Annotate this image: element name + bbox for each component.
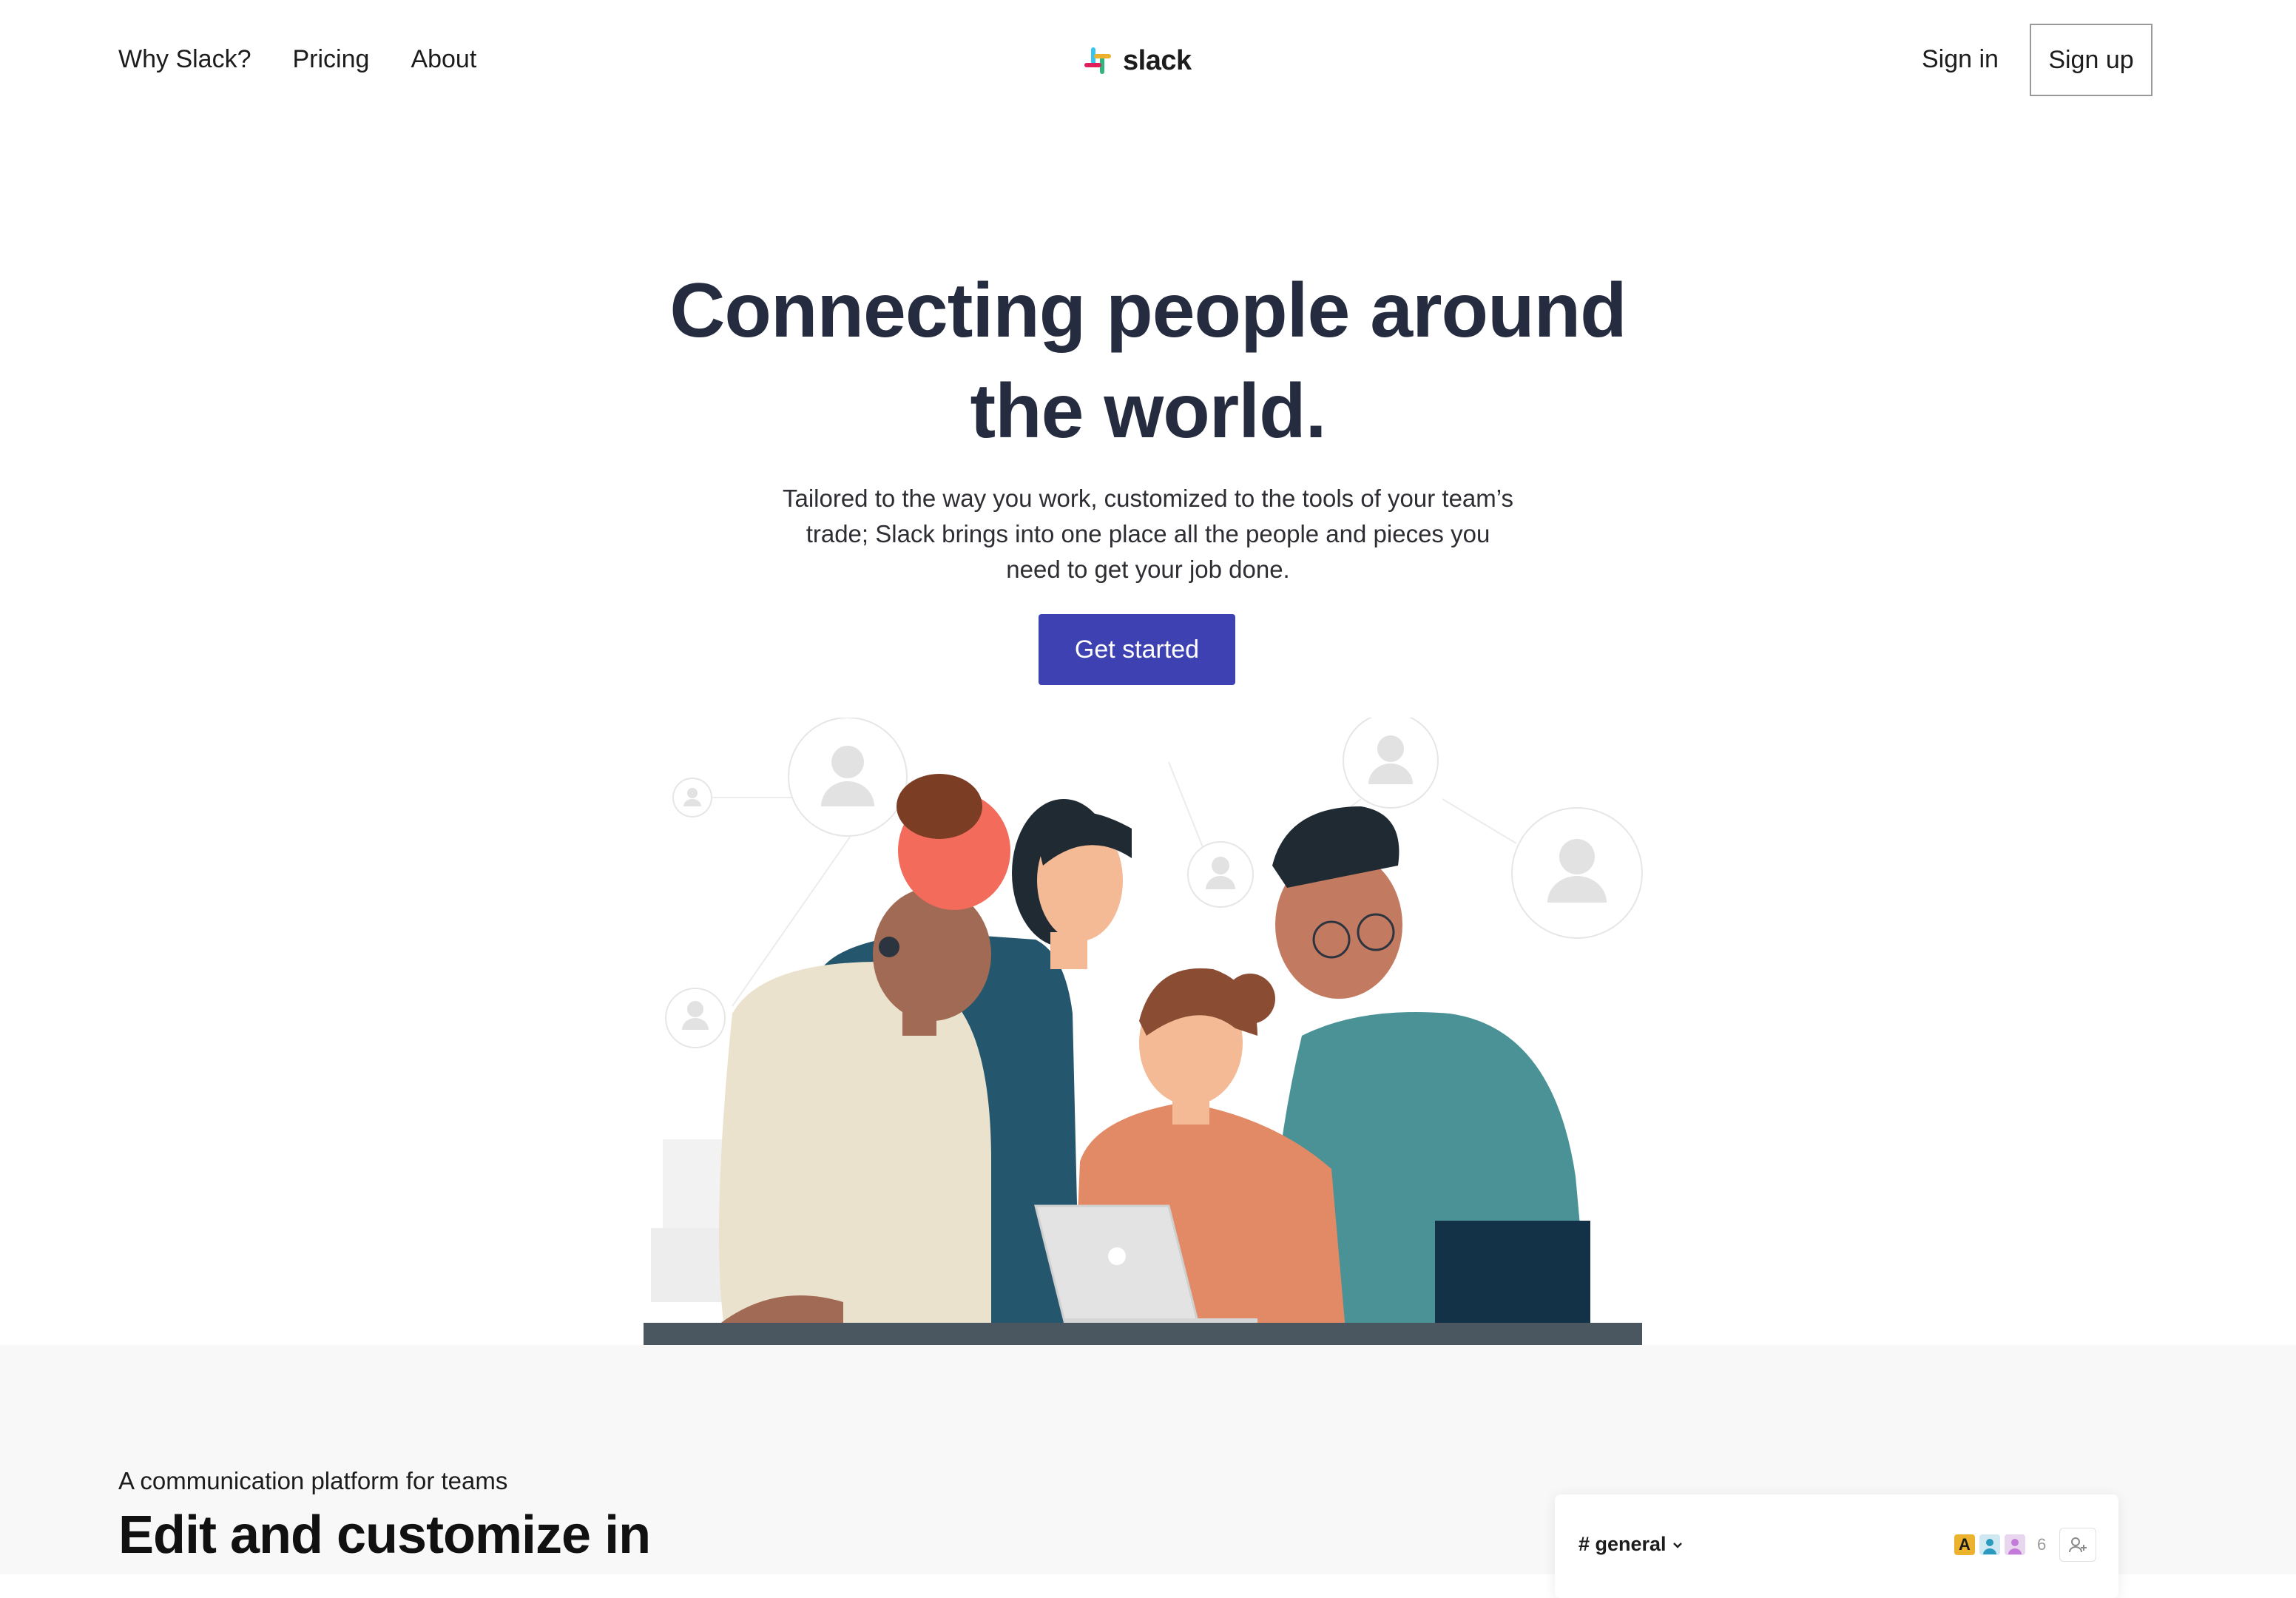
section-eyebrow: A communication platform for teams xyxy=(118,1467,508,1494)
channel-name: # general xyxy=(1578,1533,1667,1555)
person-with-headwrap xyxy=(703,774,1010,1339)
user-avatar-icon xyxy=(788,718,908,837)
section-title: Edit and customize in xyxy=(118,1506,651,1565)
user-avatar-icon xyxy=(1187,841,1254,908)
nav-pricing[interactable]: Pricing xyxy=(293,43,370,75)
user-avatar-icon xyxy=(665,988,726,1048)
user-avatar-icon xyxy=(1511,807,1643,939)
channel-preview-card: # general A 6 xyxy=(1555,1494,2118,1598)
user-avatar-icon xyxy=(1983,1539,1996,1554)
channel-members[interactable]: A 6 xyxy=(1954,1528,2097,1562)
primary-nav: Why Slack? Pricing About xyxy=(118,43,476,75)
chevron-down-icon xyxy=(1672,1542,1682,1548)
sign-up-button[interactable]: Sign up xyxy=(2030,24,2152,96)
slack-logo-icon xyxy=(1084,47,1111,74)
add-member-button[interactable] xyxy=(2059,1528,2097,1562)
member-avatar xyxy=(2005,1534,2025,1555)
nav-about[interactable]: About xyxy=(411,43,476,75)
hero-subtitle: Tailored to the way you work, customized… xyxy=(782,485,1514,583)
user-avatar-icon xyxy=(672,778,712,817)
desk xyxy=(644,1323,1642,1346)
member-count: 6 xyxy=(2037,1535,2047,1554)
add-user-icon xyxy=(2069,1537,2087,1553)
brand-logo[interactable]: slack xyxy=(1083,44,1192,77)
sign-in-link[interactable]: Sign in xyxy=(1922,43,1999,75)
channel-name-dropdown[interactable]: # general xyxy=(1578,1533,1684,1556)
hero-title-line-1: Connecting people around xyxy=(669,268,1627,354)
hero-title-line-2: the world. xyxy=(970,368,1326,454)
member-avatar: A xyxy=(1954,1534,1975,1555)
brand-name: slack xyxy=(1123,45,1192,76)
nav-why-slack[interactable]: Why Slack? xyxy=(118,43,251,75)
user-avatar-icon xyxy=(1343,718,1439,809)
member-avatar xyxy=(1979,1534,2000,1555)
user-avatar-icon xyxy=(2008,1539,2022,1554)
hero-title: Connecting people around the world. xyxy=(0,260,2296,462)
team-illustration xyxy=(644,718,1643,1346)
get-started-button[interactable]: Get started xyxy=(1039,614,1235,685)
